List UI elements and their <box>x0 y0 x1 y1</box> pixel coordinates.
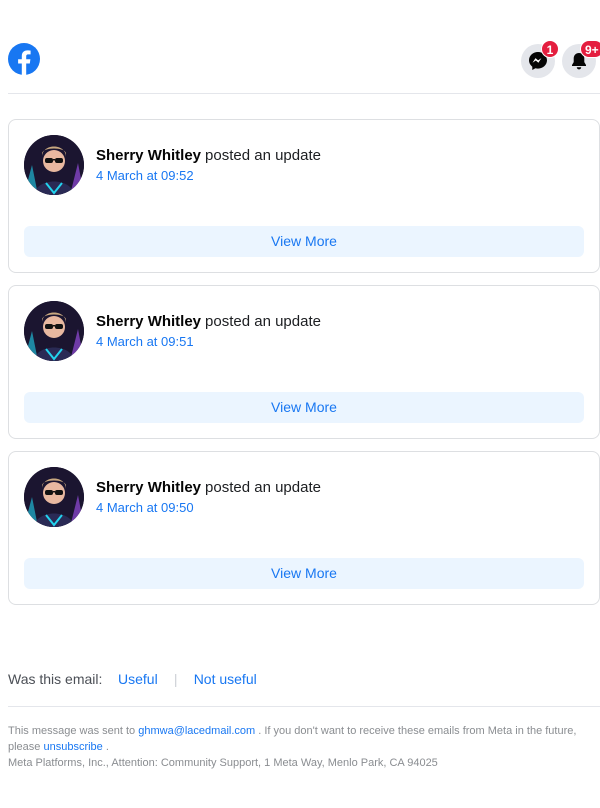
avatar[interactable] <box>24 467 84 527</box>
footer-prefix: This message was sent to <box>8 725 136 737</box>
notification-timestamp[interactable]: 4 March at 09:50 <box>96 500 194 515</box>
company-address: Meta Platforms, Inc., Attention: Communi… <box>8 757 438 769</box>
feedback-separator: | <box>173 671 178 687</box>
avatar[interactable] <box>24 135 84 195</box>
author-name[interactable]: Sherry Whitley <box>96 147 201 164</box>
avatar[interactable] <box>24 301 84 361</box>
footer-divider <box>8 706 600 707</box>
notification-text: Sherry Whitley posted an update <box>96 147 321 164</box>
notification-card: Sherry Whitley posted an update 4 March a… <box>8 285 600 439</box>
author-name[interactable]: Sherry Whitley <box>96 479 201 496</box>
facebook-logo[interactable] <box>8 43 40 75</box>
view-more-button[interactable]: View More <box>24 226 584 257</box>
footer: This message was sent to ghmwa@lacedmail… <box>8 723 588 771</box>
messenger-badge: 1 <box>541 40 559 58</box>
notification-timestamp[interactable]: 4 March at 09:52 <box>96 168 194 183</box>
view-more-button[interactable]: View More <box>24 392 584 423</box>
notification-timestamp[interactable]: 4 March at 09:51 <box>96 334 194 349</box>
not-useful-link[interactable]: Not useful <box>194 671 257 687</box>
recipient-email-link[interactable]: ghmwa@lacedmail.com <box>138 725 255 737</box>
notification-action: posted an update <box>205 147 321 164</box>
messenger-button[interactable]: 1 <box>521 40 559 78</box>
email-header: 1 9+ <box>8 0 600 94</box>
notifications-button[interactable]: 9+ <box>562 40 600 78</box>
notification-card: Sherry Whitley posted an update 4 March a… <box>8 451 600 605</box>
notification-text: Sherry Whitley posted an update <box>96 313 321 330</box>
notification-action: posted an update <box>205 479 321 496</box>
author-name[interactable]: Sherry Whitley <box>96 313 201 330</box>
notification-action: posted an update <box>205 313 321 330</box>
useful-link[interactable]: Useful <box>118 671 158 687</box>
notifications-badge: 9+ <box>580 40 600 58</box>
notification-card: Sherry Whitley posted an update 4 March a… <box>8 119 600 273</box>
footer-suffix: . <box>105 741 109 753</box>
notification-text: Sherry Whitley posted an update <box>96 479 321 496</box>
feedback-question: Was this email: <box>8 671 103 687</box>
feedback-row: Was this email: Useful | Not useful <box>8 671 257 687</box>
unsubscribe-link[interactable]: unsubscribe <box>43 741 102 753</box>
view-more-button[interactable]: View More <box>24 558 584 589</box>
